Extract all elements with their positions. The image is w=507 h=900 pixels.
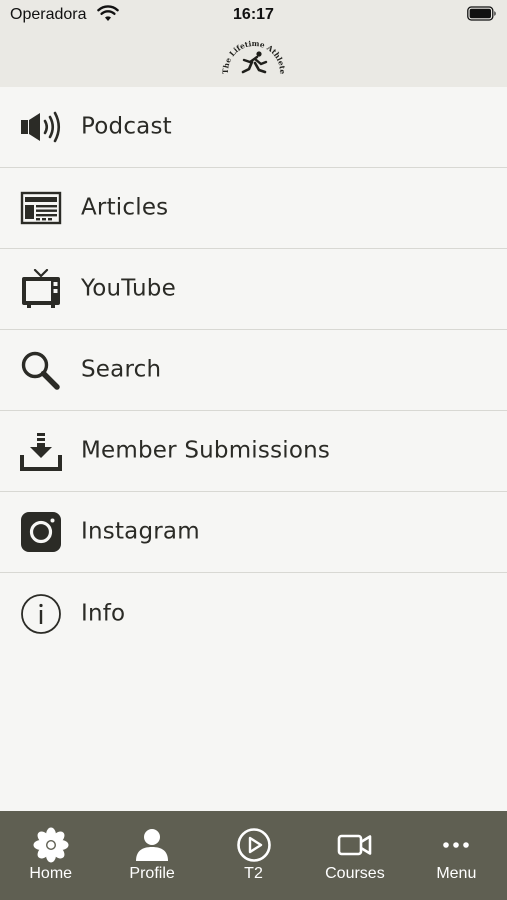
info-icon [20, 593, 62, 635]
menu-item-youtube[interactable]: YouTube [0, 249, 507, 330]
tab-profile[interactable]: Profile [101, 811, 202, 900]
bottom-tab-bar: Home Profile T2 Courses Menu [0, 811, 507, 900]
menu-item-label: Search [81, 356, 162, 383]
tab-label: Menu [436, 865, 477, 882]
flower-icon [33, 827, 69, 863]
tab-label: Courses [325, 865, 385, 882]
menu-item-articles[interactable]: Articles [0, 168, 507, 249]
tab-courses[interactable]: Courses [304, 811, 405, 900]
menu-item-label: Member Submissions [81, 437, 331, 464]
tab-home[interactable]: Home [0, 811, 101, 900]
menu-item-info[interactable]: Info [0, 573, 507, 654]
menu-item-instagram[interactable]: Instagram [0, 492, 507, 573]
person-icon [134, 827, 170, 863]
menu-item-member-submissions[interactable]: Member Submissions [0, 411, 507, 492]
menu-item-label: YouTube [81, 275, 176, 302]
tab-label: Home [29, 865, 73, 882]
magnifier-icon [20, 349, 62, 391]
tab-label: T2 [244, 865, 263, 882]
play-circle-icon [236, 827, 272, 863]
menu-item-podcast[interactable]: Podcast [0, 87, 507, 168]
battery-icon [467, 6, 496, 21]
download-icon [20, 430, 62, 472]
tab-menu[interactable]: Menu [406, 811, 507, 900]
status-bar: Operadora 16:17 [0, 0, 507, 30]
menu-item-label: Info [81, 599, 126, 626]
speaker-icon [20, 106, 62, 148]
lifetime-athlete-logo: The Lifetime Athlete [221, 39, 287, 75]
menu-item-label: Podcast [81, 113, 172, 140]
app-header: The Lifetime Athlete [0, 30, 507, 87]
menu-list: Podcast Articles YouTube Search Member S… [0, 87, 507, 654]
menu-item-label: Instagram [81, 518, 200, 545]
tab-t2[interactable]: T2 [203, 811, 304, 900]
tv-icon [20, 268, 62, 310]
tab-label: Profile [129, 865, 175, 882]
menu-item-label: Articles [81, 194, 169, 221]
status-time: 16:17 [233, 6, 274, 23]
instagram-icon [20, 511, 62, 553]
more-dots-icon [438, 827, 474, 863]
video-camera-icon [337, 827, 373, 863]
menu-item-search[interactable]: Search [0, 330, 507, 411]
newspaper-icon [20, 187, 62, 229]
svg-text:The Lifetime Athlete: The Lifetime Athlete [221, 39, 287, 75]
